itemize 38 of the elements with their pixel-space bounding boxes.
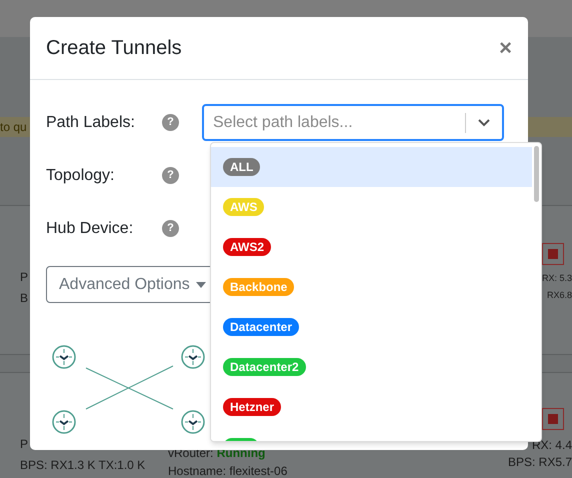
stat-text: RX: 5.3 (542, 272, 572, 285)
stat-text: RX6.8 (546, 289, 572, 302)
stat-text: B (20, 290, 28, 307)
path-labels-select[interactable]: Select path labels... (202, 104, 504, 141)
field-label: Hub Device: (46, 218, 134, 238)
stop-icon (548, 249, 558, 259)
caret-down-icon (196, 282, 206, 288)
stop-icon (548, 414, 558, 424)
field-label: Path Labels: (46, 112, 136, 132)
label-tag: Datacenter2 (223, 358, 306, 376)
field-label: Topology: (46, 166, 116, 186)
close-button[interactable]: × (499, 37, 512, 59)
stop-button[interactable] (542, 243, 564, 265)
banner-text: to qu (0, 119, 27, 136)
router-icon (52, 410, 76, 434)
label-tag: AWS2 (223, 238, 272, 256)
label-tag: Backbone (223, 278, 294, 296)
modal-title: Create Tunnels (46, 36, 182, 61)
stat-text: P (20, 269, 28, 286)
chevron-down-icon (477, 118, 491, 127)
label-tag: Datacenter (223, 318, 300, 336)
stat-text: BPS: RX5.7 (508, 454, 572, 470)
router-icon (181, 345, 205, 369)
select-placeholder: Select path labels... (212, 112, 354, 132)
hostname-text: Hostname: flexitest-06 (168, 463, 288, 478)
router-icon (52, 345, 76, 369)
help-icon[interactable]: ? (162, 114, 179, 131)
option-row[interactable]: ALL (211, 147, 532, 187)
help-icon[interactable]: ? (162, 167, 179, 184)
label-tag: ALL (223, 158, 260, 176)
stop-button[interactable] (542, 408, 564, 430)
stat-text: BPS: RX1.3 K TX:1.0 K (20, 457, 146, 474)
router-icon (181, 410, 205, 434)
label-tag: Hetzner (223, 398, 282, 416)
help-icon[interactable]: ? (162, 220, 179, 237)
label-tag: AWS (223, 198, 264, 216)
stat-text: P (20, 436, 30, 453)
router-status: vRouter: Running (168, 445, 266, 462)
